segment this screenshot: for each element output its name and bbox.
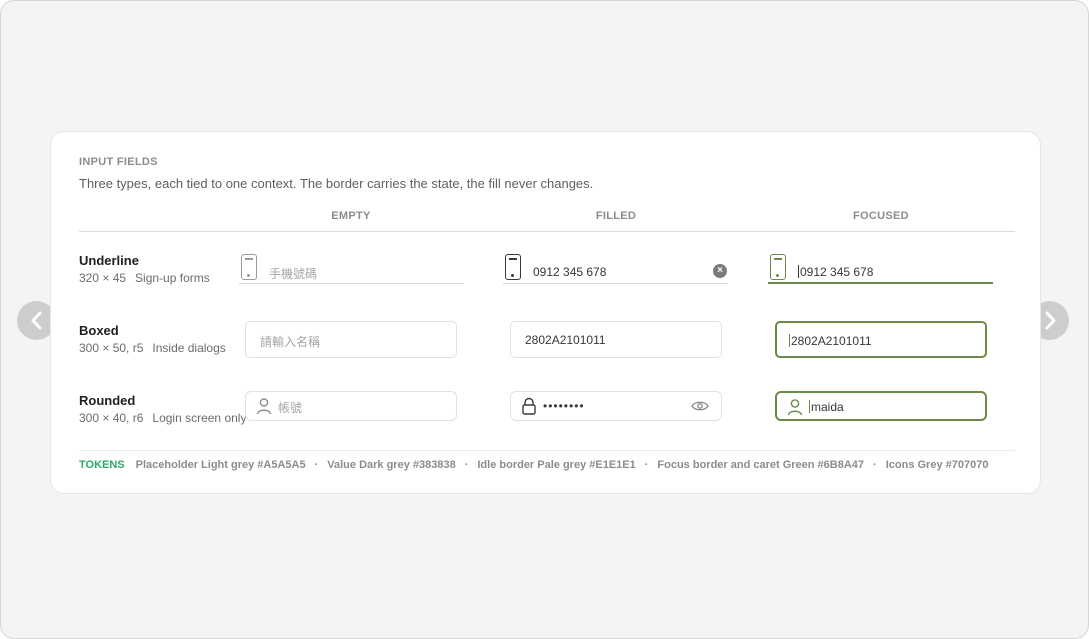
rounded-field-empty[interactable]: 帳號 <box>245 391 457 421</box>
row-name-boxed: Boxed <box>79 323 119 338</box>
text-caret <box>809 400 810 413</box>
field-value: 0912 345 678 <box>533 265 607 279</box>
field-value: 2802A2101011 <box>525 333 606 347</box>
lock-icon <box>522 397 536 415</box>
underline-field-empty[interactable]: 手機號碼 <box>239 254 464 284</box>
field-placeholder: 請輸入名稱 <box>260 335 321 349</box>
token-item: Value Dark grey #383838 <box>327 459 456 471</box>
row-context: Inside dialogs <box>152 341 226 355</box>
row-name-rounded: Rounded <box>79 393 136 408</box>
rounded-field-focused[interactable]: maida <box>775 391 987 421</box>
row-context: Login screen only <box>152 411 247 425</box>
token-item: Placeholder Light grey #A5A5A5 <box>135 459 306 471</box>
column-header-focused: FOCUSED <box>853 210 909 222</box>
tokens-label: TOKENS <box>79 459 125 471</box>
header-divider <box>79 231 1015 232</box>
phone-icon <box>505 254 521 280</box>
token-item: Focus border and caret Green #6B8A47 <box>657 459 865 471</box>
row-meta-boxed: 300 × 50, r5 Inside dialogs <box>79 341 226 355</box>
row-meta-rounded: 300 × 40, r6 Login screen only <box>79 411 246 425</box>
user-icon <box>256 398 272 415</box>
column-header-filled: FILLED <box>595 210 637 222</box>
token-separator: · <box>464 459 469 471</box>
field-value-wrap: 2802A2101011 <box>789 334 872 348</box>
eye-icon[interactable] <box>691 400 709 412</box>
text-caret <box>798 265 799 278</box>
row-size: 300 × 40, r6 <box>79 411 144 425</box>
token-item: Icons Grey #707070 <box>885 459 989 471</box>
rounded-field-filled[interactable]: •••••••• <box>510 391 722 421</box>
underline-field-filled[interactable]: 0912 345 678 × <box>503 254 728 284</box>
field-value-wrap: maida <box>809 400 844 414</box>
password-value: •••••••• <box>543 399 585 413</box>
footer-divider <box>79 450 1015 451</box>
phone-icon <box>770 254 786 280</box>
row-size: 320 × 45 <box>79 271 127 285</box>
token-separator: · <box>314 459 319 471</box>
row-meta-underline: 320 × 45 Sign-up forms <box>79 271 210 285</box>
field-value-wrap: 0912 345 678 <box>798 265 873 279</box>
field-value: 0912 345 678 <box>800 265 874 279</box>
section-description: Three types, each tied to one context. T… <box>79 176 594 191</box>
chevron-right-icon <box>1045 311 1056 330</box>
tokens-legend: TOKENS Placeholder Light grey #A5A5A5 · Val… <box>79 459 988 471</box>
field-value: maida <box>811 400 844 414</box>
row-context: Sign-up forms <box>135 271 210 285</box>
user-icon <box>787 399 803 416</box>
row-size: 300 × 50, r5 <box>79 341 144 355</box>
slide-frame: INPUT FIELDS Three types, each tied to o… <box>0 0 1089 639</box>
field-value: 2802A2101011 <box>791 334 872 348</box>
text-caret <box>789 334 790 347</box>
phone-icon <box>241 254 257 280</box>
underline-field-focused[interactable]: 0912 345 678 <box>768 254 993 284</box>
column-header-empty: EMPTY <box>331 210 371 222</box>
boxed-field-focused[interactable]: 2802A2101011 <box>775 321 987 358</box>
token-separator: · <box>873 459 877 471</box>
clear-icon[interactable]: × <box>713 264 727 278</box>
field-placeholder: 帳號 <box>278 401 303 415</box>
chevron-left-icon <box>31 311 42 330</box>
token-item: Idle border Pale grey #E1E1E1 <box>477 459 636 471</box>
boxed-field-empty[interactable]: 請輸入名稱 <box>245 321 457 358</box>
field-placeholder: 手機號碼 <box>269 267 318 281</box>
row-name-underline: Underline <box>79 253 139 268</box>
section-title: INPUT FIELDS <box>79 156 158 168</box>
boxed-field-filled[interactable]: 2802A2101011 <box>510 321 722 358</box>
input-fields-card: INPUT FIELDS Three types, each tied to o… <box>50 131 1041 494</box>
token-separator: · <box>644 459 649 471</box>
